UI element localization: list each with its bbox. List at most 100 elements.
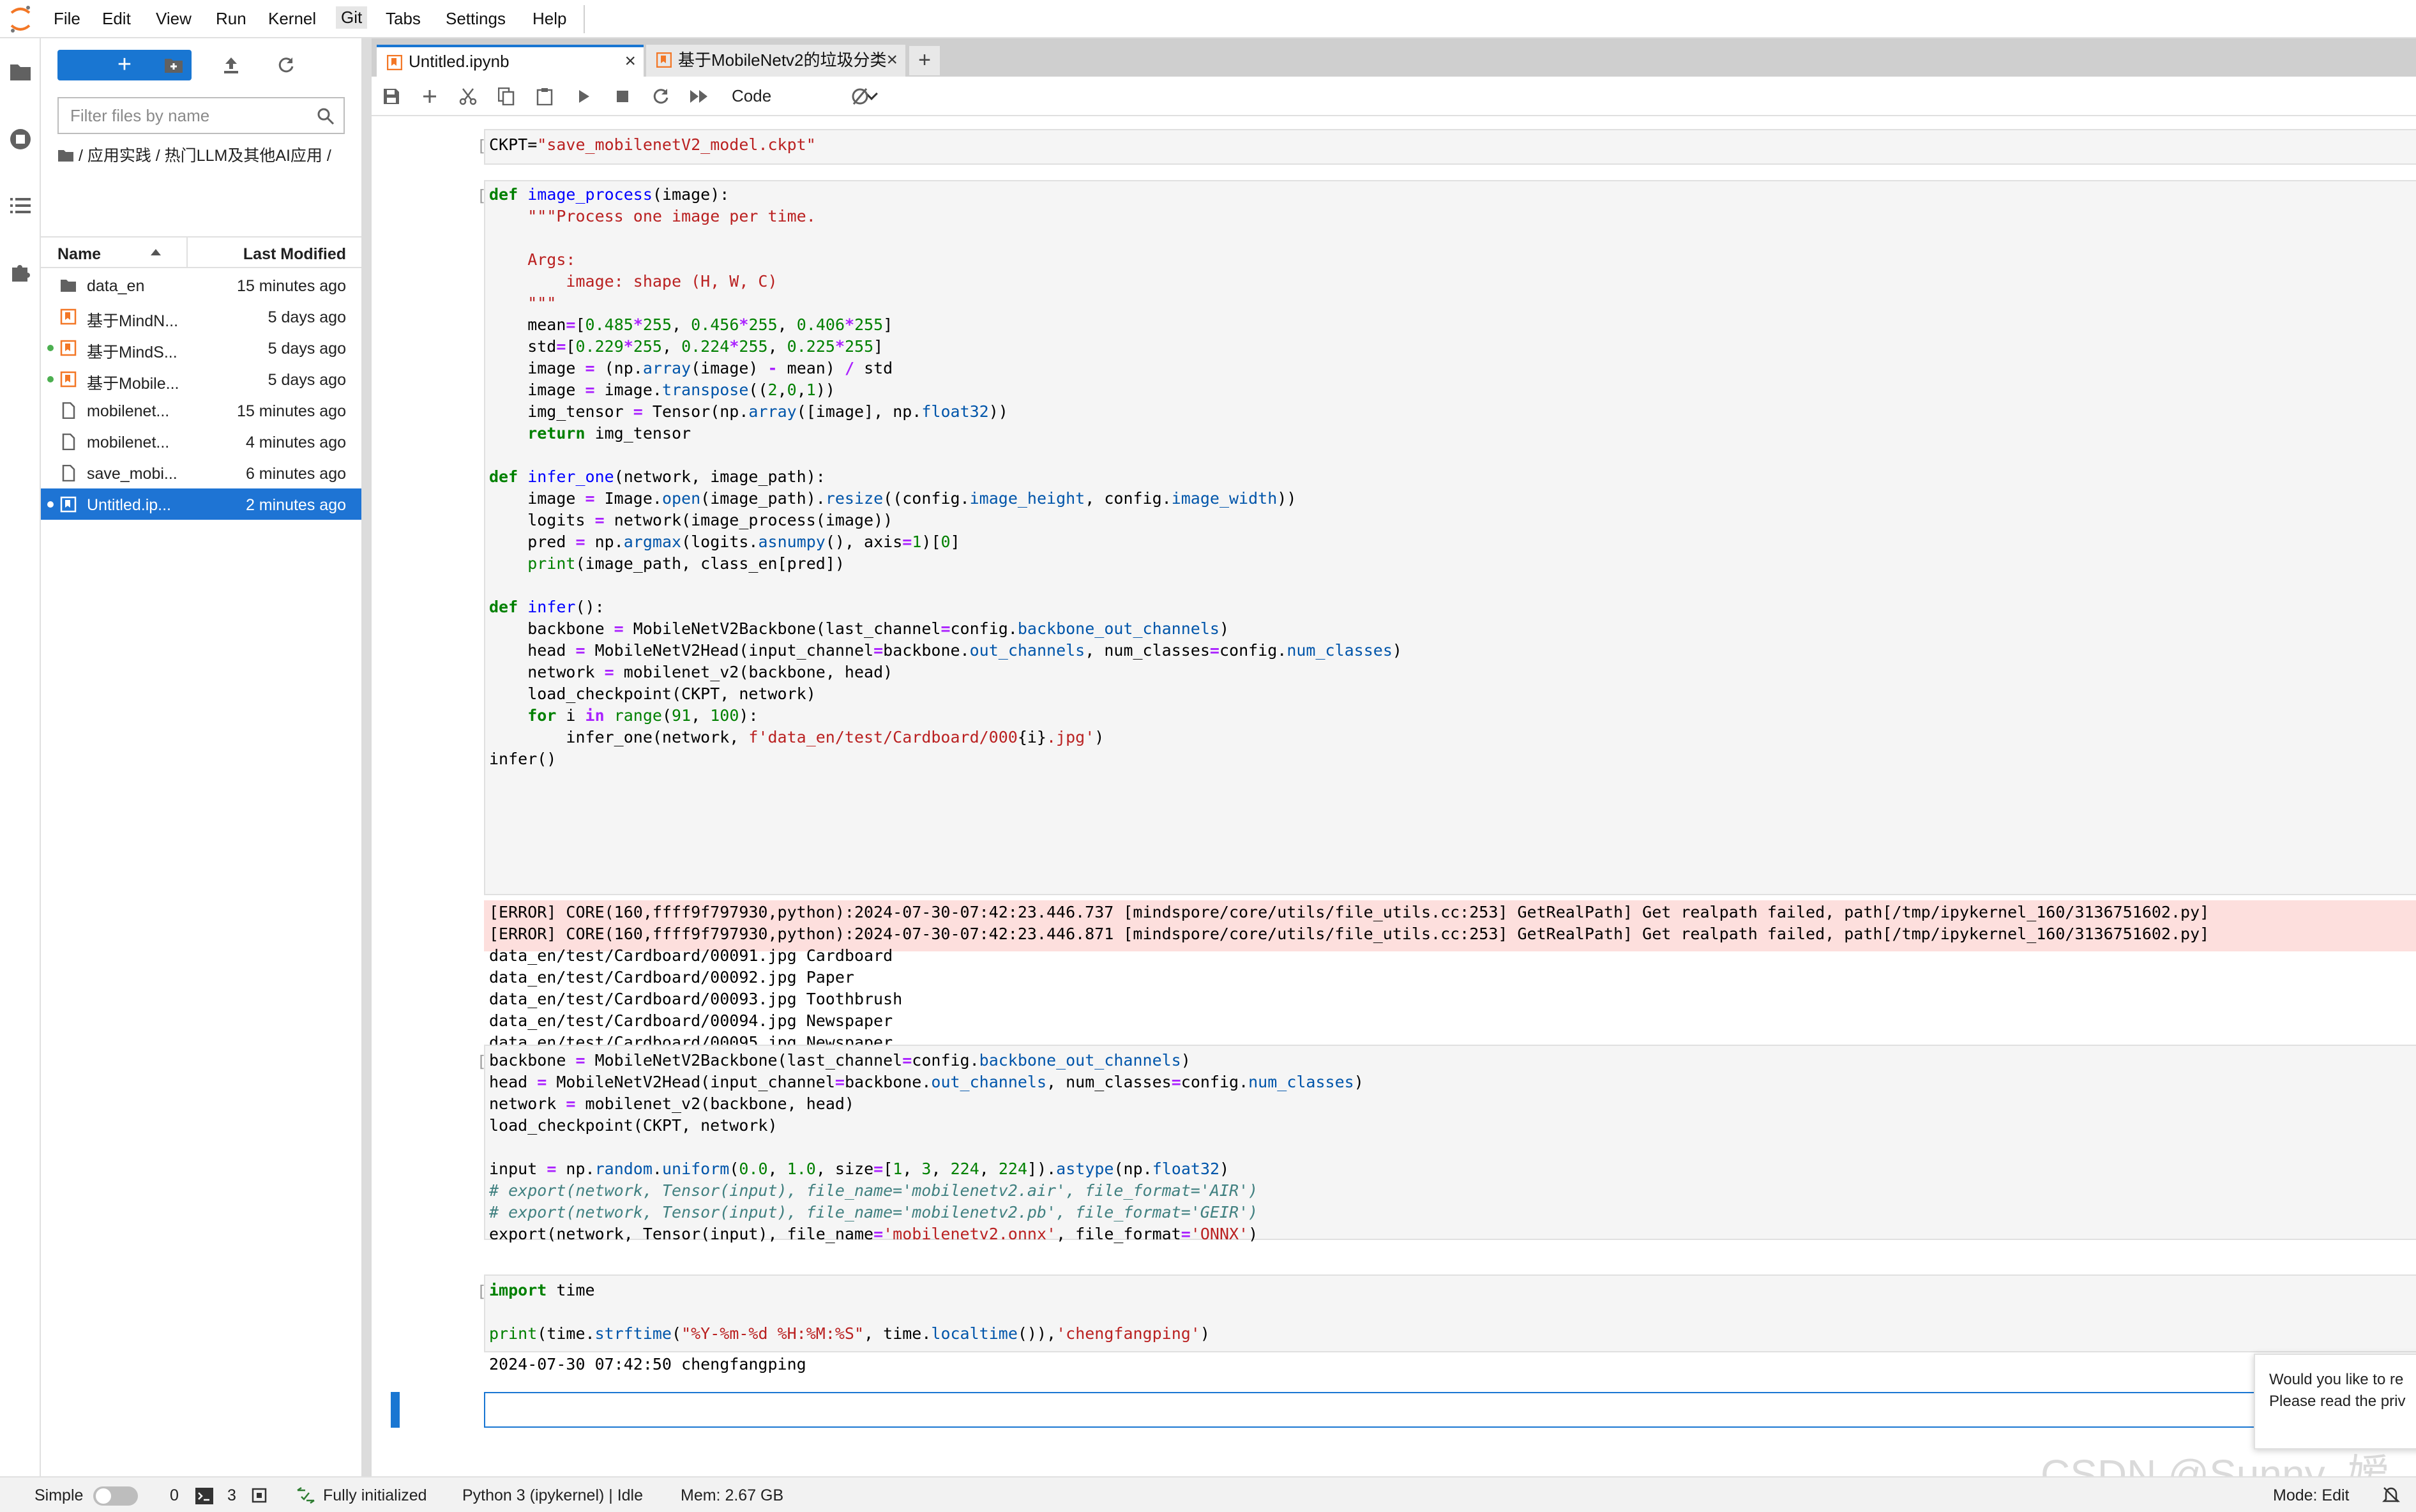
search-icon xyxy=(317,108,335,125)
file-icon xyxy=(62,465,75,481)
run-cell-play-icon[interactable] xyxy=(573,86,595,107)
refresh-icon[interactable] xyxy=(272,51,300,79)
file-row[interactable]: mobilenet... 4 minutes ago xyxy=(41,426,361,457)
file-row[interactable]: mobilenet... 15 minutes ago xyxy=(41,395,361,426)
menu-run[interactable]: Run xyxy=(216,9,246,29)
close-icon[interactable]: × xyxy=(624,47,636,75)
restart-run-all-fast-forward-icon[interactable] xyxy=(688,86,710,107)
running-indicator-icon xyxy=(47,376,54,382)
file-name: Untitled.ip... xyxy=(87,496,172,514)
breadcrumb-path[interactable]: / 应用实践 / 热门LLM及其他AI应用 / xyxy=(79,147,331,165)
file-row[interactable]: Untitled.ip... 2 minutes ago xyxy=(41,488,361,520)
terminal-count[interactable]: 0 xyxy=(170,1486,179,1505)
panel-splitter[interactable] xyxy=(361,38,372,1476)
running-indicator-icon xyxy=(47,501,54,508)
file-row[interactable]: 基于MindS... 5 days ago xyxy=(41,332,361,363)
menu-settings[interactable]: Settings xyxy=(446,9,506,29)
cell-type-value: Code xyxy=(732,86,772,105)
column-name-header[interactable]: Name xyxy=(57,245,101,264)
menu-kernel[interactable]: Kernel xyxy=(268,9,316,29)
notebook-panel: [13]: CKPT="save_mobilenetV2_model.ckpt"… xyxy=(372,116,2416,1476)
code-input-15[interactable]: backbone = MobileNetV2Backbone(last_chan… xyxy=(489,1050,1364,1245)
new-folder-icon[interactable] xyxy=(160,51,188,79)
restart-kernel-icon[interactable] xyxy=(650,86,672,107)
stop-interrupt-icon[interactable] xyxy=(612,86,633,107)
copy-icon[interactable] xyxy=(495,86,517,107)
running-kernels-icon[interactable] xyxy=(6,125,34,153)
active-code-cell-input[interactable] xyxy=(484,1392,2416,1428)
file-name: 基于MindS... xyxy=(87,344,177,361)
kernel-status-circle-icon[interactable] xyxy=(849,86,871,107)
notebook-toolbar: Code xyxy=(372,77,2416,116)
save-icon[interactable] xyxy=(381,86,402,107)
status-bar: Simple 0 3 Fully initialized Python 3 (i… xyxy=(0,1476,2416,1512)
file-name: mobilenet... xyxy=(87,434,170,451)
notebook-icon xyxy=(60,496,77,513)
simple-mode-toggle[interactable] xyxy=(93,1486,138,1506)
sort-ascending-icon xyxy=(151,249,161,255)
table-of-contents-icon[interactable] xyxy=(6,192,34,220)
code-input-13[interactable]: CKPT="save_mobilenetV2_model.ckpt" xyxy=(489,134,816,156)
menu-bar: File Edit View Run Kernel Git Tabs Setti… xyxy=(0,0,2416,38)
lsp-status-text[interactable]: Fully initialized xyxy=(323,1486,427,1505)
column-divider xyxy=(186,238,188,267)
file-modified: 15 minutes ago xyxy=(237,402,346,420)
close-icon[interactable]: × xyxy=(886,45,898,75)
toast-line: Please read the priv xyxy=(2269,1393,2406,1410)
tab-mobilenetv2-garbage[interactable]: 基于MobileNetv2的垃圾分类 × xyxy=(646,45,905,77)
output-line: data_en/test/Cardboard/00092.jpg Paper xyxy=(489,968,854,987)
menu-edit[interactable]: Edit xyxy=(102,9,131,29)
paste-icon[interactable] xyxy=(534,86,555,107)
running-indicator-icon xyxy=(47,345,54,351)
file-modified: 2 minutes ago xyxy=(245,496,346,514)
menu-file[interactable]: File xyxy=(54,9,80,29)
file-modified: 5 days ago xyxy=(268,340,346,358)
simple-mode-label: Simple xyxy=(34,1486,84,1504)
notification-toast[interactable]: Would you like to re Please read the pri… xyxy=(2254,1354,2416,1449)
document-tab-bar: Untitled.ipynb × 基于MobileNetv2的垃圾分类 × + xyxy=(372,38,2416,77)
code-input-16[interactable]: import time print(time.strftime("%Y-%m-%… xyxy=(489,1280,1210,1345)
file-modified: 5 days ago xyxy=(268,371,346,389)
terminal-icon[interactable] xyxy=(195,1488,213,1509)
code-input-14[interactable]: def image_process(image): """Process one… xyxy=(489,184,1402,770)
menu-view[interactable]: View xyxy=(156,9,192,29)
file-browser-panel: + / 应用实践 / 热门LLM及其他AI应用 / Name Last Modi… xyxy=(41,38,361,1476)
menu-tabs[interactable]: Tabs xyxy=(386,9,421,29)
extensions-puzzle-icon[interactable] xyxy=(6,258,34,286)
insert-cell-plus-icon[interactable] xyxy=(419,86,441,107)
menu-separator xyxy=(584,5,585,33)
file-row[interactable]: 基于MindN... 5 days ago xyxy=(41,301,361,332)
breadcrumb[interactable]: / 应用实践 / 热门LLM及其他AI应用 / xyxy=(57,144,351,167)
tab-untitled-ipynb[interactable]: Untitled.ipynb × xyxy=(377,45,644,77)
error-line: [ERROR] CORE(160,ffff9f797930,python):20… xyxy=(489,925,2210,943)
file-filter-input[interactable] xyxy=(59,98,301,133)
file-row[interactable]: 基于Mobile... 5 days ago xyxy=(41,363,361,395)
kernel-count[interactable]: 3 xyxy=(227,1486,236,1505)
file-modified: 4 minutes ago xyxy=(245,434,346,451)
file-row[interactable]: data_en 15 minutes ago xyxy=(41,269,361,301)
notification-bell-icon[interactable] xyxy=(2382,1485,2401,1509)
column-modified-header[interactable]: Last Modified xyxy=(243,245,346,264)
file-row[interactable]: save_mobi... 6 minutes ago xyxy=(41,457,361,488)
edit-mode-indicator: Mode: Edit xyxy=(2273,1486,2350,1504)
lsp-status-icon[interactable] xyxy=(296,1486,315,1509)
cut-icon[interactable] xyxy=(457,86,479,107)
folder-icon xyxy=(61,280,76,292)
notebook-icon xyxy=(387,55,402,70)
notebook-icon xyxy=(60,371,77,388)
cell-output-16: 2024-07-30 07:42:50 chengfangping xyxy=(489,1355,806,1373)
file-name: mobilenet... xyxy=(87,402,170,420)
output-line: data_en/test/Cardboard/00093.jpg Toothbr… xyxy=(489,990,903,1008)
kernel-gear-icon[interactable] xyxy=(250,1486,268,1509)
menu-git[interactable]: Git xyxy=(336,6,368,29)
activity-rail xyxy=(0,38,41,1476)
new-tab-plus-icon[interactable]: + xyxy=(909,46,940,75)
menu-help[interactable]: Help xyxy=(532,9,566,29)
notebook-icon xyxy=(656,52,672,68)
home-folder-icon[interactable] xyxy=(57,148,74,162)
folder-icon[interactable] xyxy=(6,57,34,86)
file-filter-field[interactable] xyxy=(57,97,345,134)
toast-line: Would you like to re xyxy=(2269,1371,2404,1388)
kernel-status-text[interactable]: Python 3 (ipykernel) | Idle xyxy=(462,1486,643,1505)
upload-icon[interactable] xyxy=(217,51,245,79)
